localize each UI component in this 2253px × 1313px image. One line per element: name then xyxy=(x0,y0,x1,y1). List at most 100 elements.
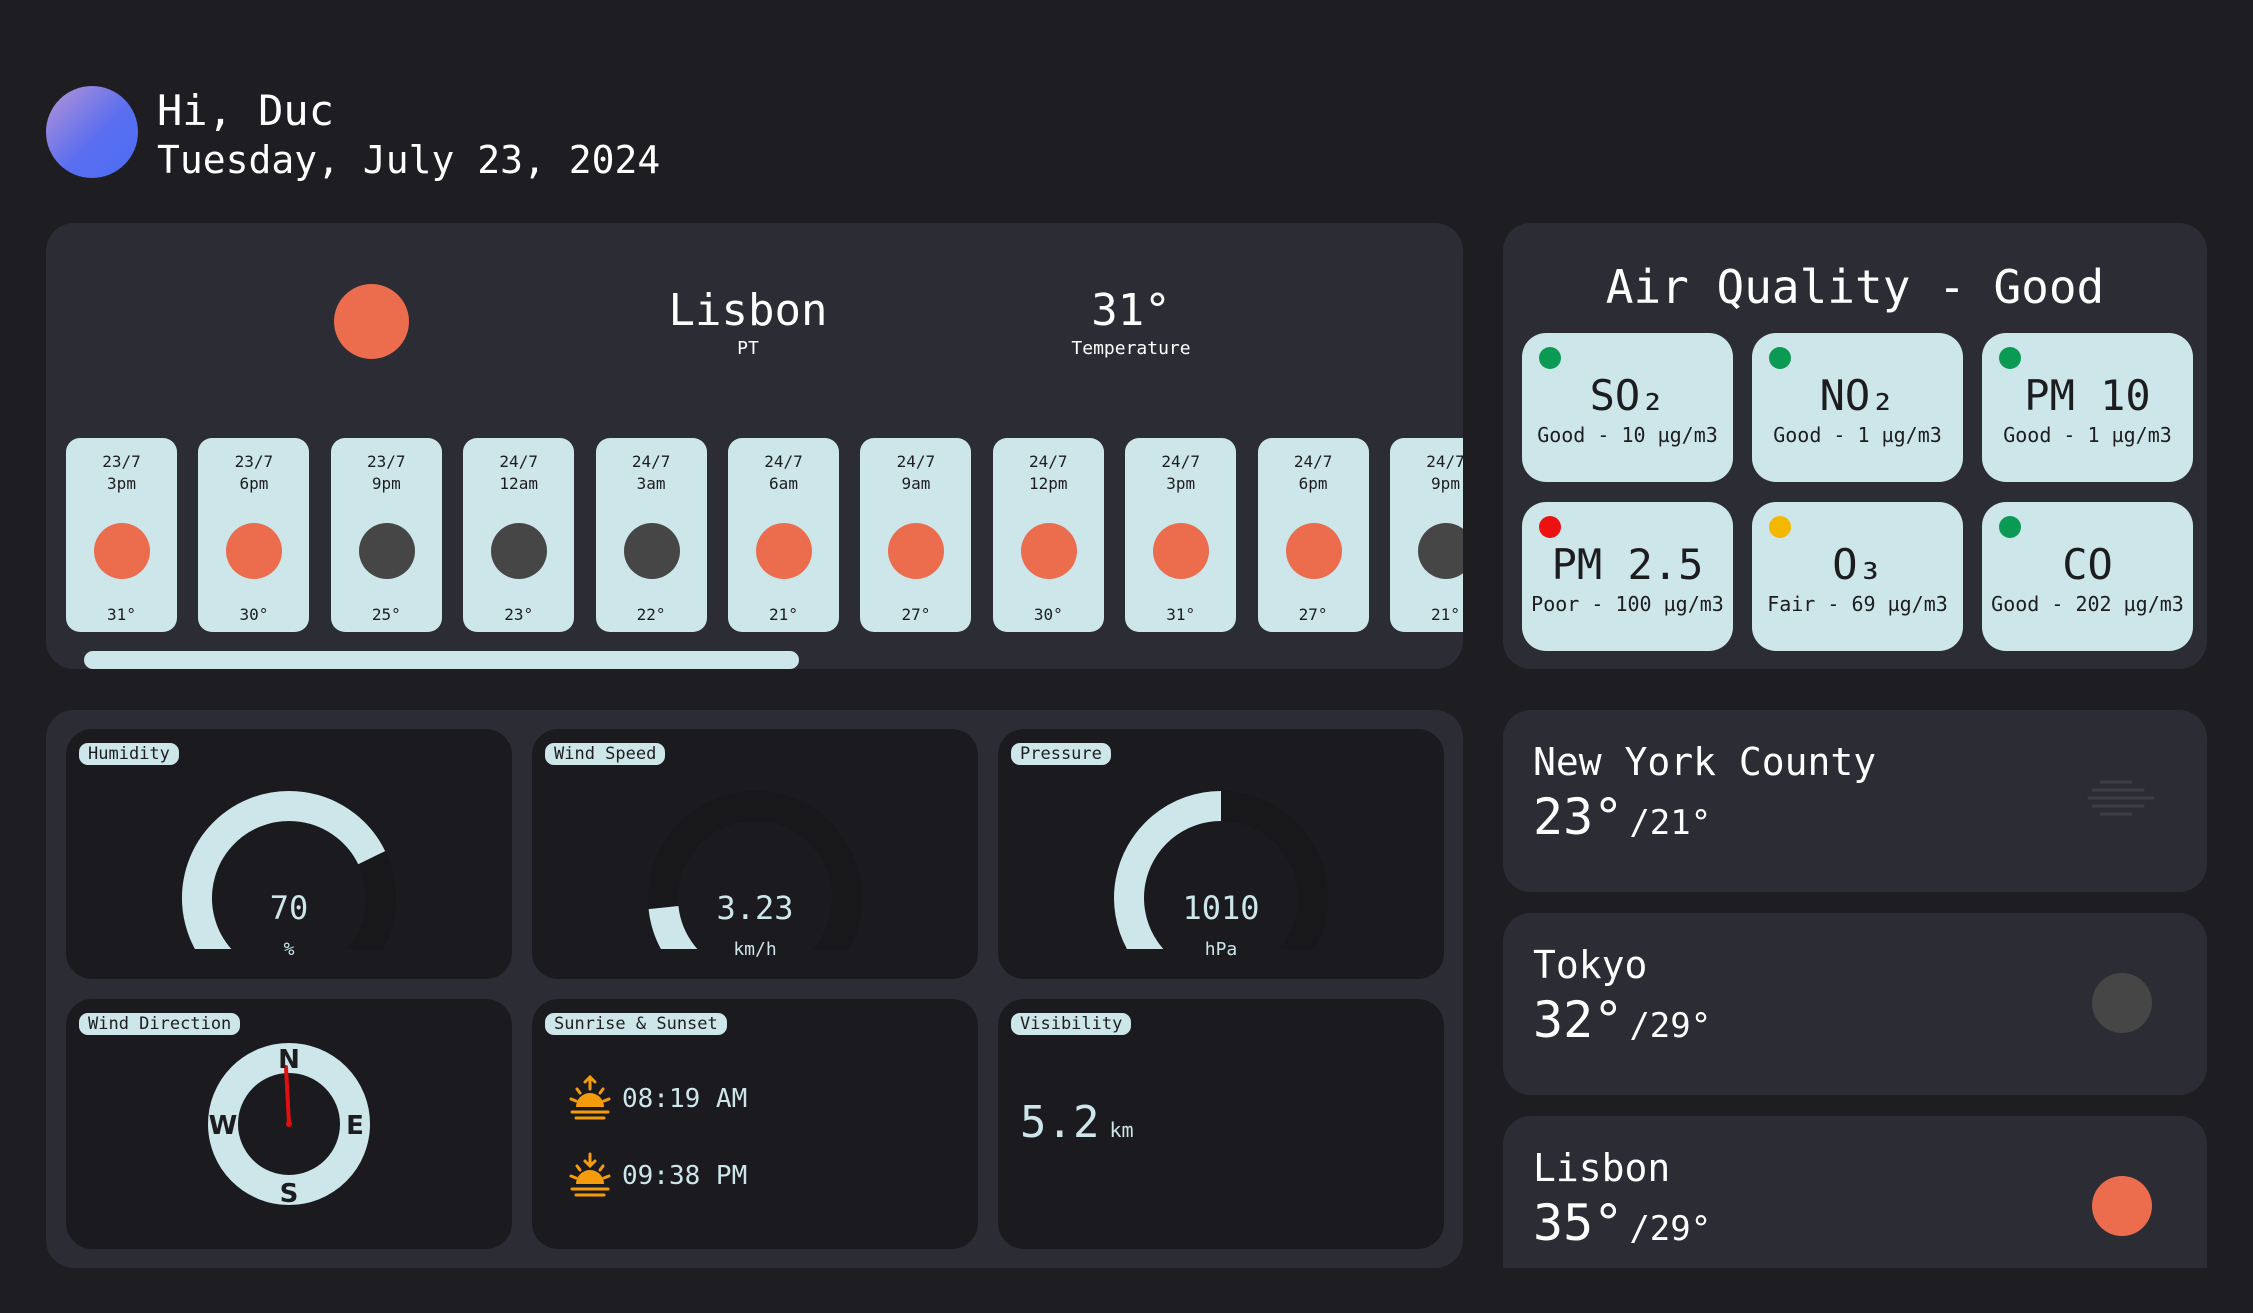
hourly-scrollbar[interactable] xyxy=(84,651,799,669)
hourly-time: 9pm xyxy=(1431,474,1460,493)
pressure-value: 1010 xyxy=(1182,889,1260,927)
hourly-card: 24/7 9am 27° xyxy=(860,438,972,632)
hourly-datetime: 23/7 9pm xyxy=(331,451,442,495)
hourly-datetime: 23/7 3pm xyxy=(66,451,177,495)
hourly-card: 24/7 6am 21° xyxy=(728,438,839,632)
sunrise-sunset-label: Sunrise & Sunset xyxy=(545,1013,727,1035)
city-temperature: 32°/29° xyxy=(1533,991,1711,1049)
hourly-datetime: 24/7 12am xyxy=(463,451,574,495)
sunset-row: 09:38 PM xyxy=(568,1152,747,1200)
hourly-time: 3am xyxy=(636,474,666,493)
sun-icon xyxy=(1285,523,1342,579)
air-quality-card: O₃ Fair - 69 µg/m3 xyxy=(1752,502,1963,651)
hourly-date: 24/7 xyxy=(1161,452,1200,471)
moon-icon xyxy=(2092,973,2152,1033)
visibility-value: 5.2 xyxy=(1020,1097,1100,1148)
hourly-date: 23/7 xyxy=(234,452,274,471)
pollutant-status: Fair - 69 µg/m3 xyxy=(1767,592,1948,616)
sunrise-time: 08:19 AM xyxy=(622,1084,748,1114)
hourly-datetime: 24/7 12pm xyxy=(993,451,1104,495)
current-date: Tuesday, July 23, 2024 xyxy=(157,138,661,182)
hourly-temp: 30° xyxy=(239,605,269,624)
sunrise-row: 08:19 AM xyxy=(568,1075,747,1123)
sun-icon xyxy=(756,523,812,579)
hourly-date: 24/7 xyxy=(896,452,936,471)
city-name: Tokyo xyxy=(1533,943,1648,987)
city-card[interactable]: New York County 23°/21° xyxy=(1503,710,2207,892)
avatar[interactable] xyxy=(46,86,138,178)
hourly-datetime: 24/7 3am xyxy=(596,451,707,495)
status-dot xyxy=(1769,516,1791,538)
hourly-card: 24/7 12pm 30° xyxy=(992,438,1104,632)
hourly-time: 3pm xyxy=(107,474,136,493)
status-dot xyxy=(1999,516,2021,538)
wind-speed-label: Wind Speed xyxy=(545,743,666,765)
compass-icon: N S W E xyxy=(208,1043,370,1209)
compass-west: W xyxy=(209,1111,238,1141)
visibility-label: Visibility xyxy=(1011,1013,1132,1035)
compass-south: S xyxy=(280,1179,299,1209)
air-quality-card: NO₂ Good - 1 µg/m3 xyxy=(1752,333,1963,482)
hourly-card: 23/7 6pm 30° xyxy=(198,438,310,632)
city-low: /21° xyxy=(1629,803,1712,843)
city-high: 23° xyxy=(1533,788,1624,846)
city-name: New York County xyxy=(1533,740,1877,784)
current-temperature: 31° xyxy=(1091,285,1171,336)
hourly-temp: 22° xyxy=(636,605,666,624)
hourly-date: 24/7 xyxy=(499,452,538,471)
sunrise-sunset-card: Sunrise & Sunset 08:19 AM 09:38 PM xyxy=(532,999,978,1249)
hourly-datetime: 24/7 6am xyxy=(728,451,839,495)
hourly-temp: 30° xyxy=(1033,605,1063,624)
gauge-fill xyxy=(1114,791,1222,949)
sun-icon xyxy=(2092,1176,2152,1236)
city-card[interactable]: Lisbon 35°/29° xyxy=(1503,1116,2207,1268)
hourly-date: 24/7 xyxy=(1029,452,1068,471)
city-temperature: 35°/29° xyxy=(1533,1194,1711,1252)
pollutant-status: Good - 10 µg/m3 xyxy=(1537,423,1718,447)
hourly-time: 3pm xyxy=(1166,474,1196,493)
hourly-datetime: 24/7 9pm xyxy=(1390,451,1463,495)
humidity-card: Humidity 70 % xyxy=(66,729,512,979)
hourly-date: 24/7 xyxy=(631,452,671,471)
sun-icon xyxy=(888,523,945,579)
hourly-time: 9pm xyxy=(371,474,401,493)
current-country: PT xyxy=(737,338,759,359)
city-card[interactable]: Tokyo 32°/29° xyxy=(1503,913,2207,1095)
hourly-card: 24/7 12am 23° xyxy=(463,438,575,632)
hourly-temp: 27° xyxy=(1298,605,1328,624)
city-low: /29° xyxy=(1629,1006,1712,1046)
visibility-reading: 5.2 km xyxy=(1020,1097,1134,1148)
hourly-forecast[interactable]: 23/7 3pm 31° 23/7 6pm 30° 23/7 9pm 25° 24/7 12am 23… xyxy=(66,438,1463,634)
hourly-card: 24/7 6pm 27° xyxy=(1257,438,1369,632)
greeting: Hi, Duc xyxy=(157,86,335,135)
hourly-card: 24/7 9pm 21° xyxy=(1390,438,1463,632)
hourly-datetime: 24/7 6pm xyxy=(1258,451,1369,495)
sunrise-icon xyxy=(569,1075,611,1120)
moon-icon xyxy=(1418,523,1463,579)
sun-icon xyxy=(94,523,150,579)
hourly-card: 23/7 3pm 31° xyxy=(66,438,177,632)
gauge-fill xyxy=(182,791,386,949)
gauge-track xyxy=(648,791,862,949)
pollutant-name: CO xyxy=(2062,540,2113,589)
hourly-date: 24/7 xyxy=(1293,452,1333,471)
hourly-card: 24/7 3am 22° xyxy=(595,438,707,632)
visibility-unit: km xyxy=(1109,1118,1134,1142)
mist-icon xyxy=(2087,780,2155,816)
hourly-datetime: 23/7 6pm xyxy=(198,451,309,495)
wind-speed-unit: km/h xyxy=(733,939,777,960)
pollutant-status: Poor - 100 µg/m3 xyxy=(1531,592,1724,616)
city-temperature: 23°/21° xyxy=(1533,788,1711,846)
sun-icon xyxy=(1153,523,1210,579)
hourly-temp: 21° xyxy=(769,605,798,624)
air-quality-card: PM 10 Good - 1 µg/m3 xyxy=(1982,333,2193,482)
sun-icon xyxy=(334,284,409,359)
hourly-date: 23/7 xyxy=(102,452,141,471)
pressure-label: Pressure xyxy=(1011,743,1111,765)
status-dot xyxy=(1539,347,1561,369)
air-quality-title: Air Quality - Good xyxy=(1605,260,2105,314)
moon-icon xyxy=(623,523,680,579)
city-high: 32° xyxy=(1533,991,1624,1049)
wind-speed-value: 3.23 xyxy=(716,889,794,927)
hourly-card: 24/7 3pm 31° xyxy=(1125,438,1237,632)
